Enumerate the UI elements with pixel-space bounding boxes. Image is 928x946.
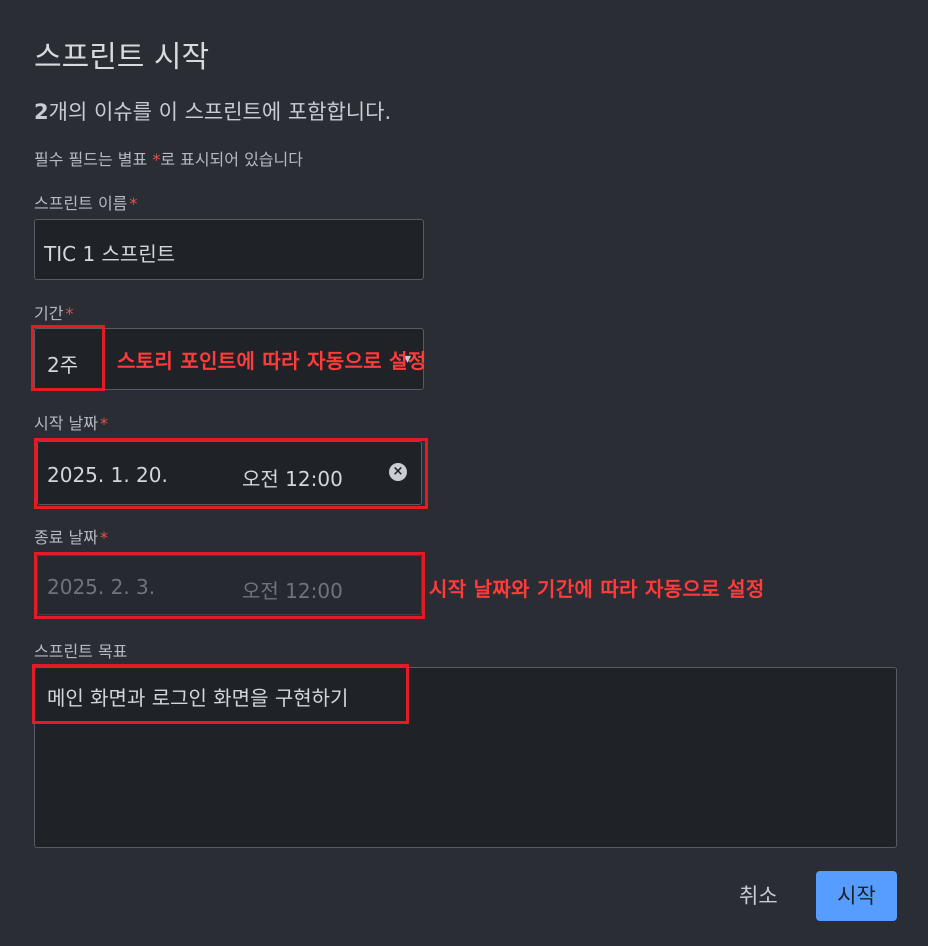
start-button[interactable]: 시작 — [816, 871, 897, 921]
annotation-duration-note: 스토리 포인트에 따라 자동으로 설정 — [117, 349, 427, 373]
annotation-box-end-date — [34, 552, 425, 619]
issue-count: 2 — [34, 100, 49, 124]
sprint-name-value: TIC 1 스프린트 — [44, 242, 176, 266]
cancel-button[interactable]: 취소 — [739, 880, 778, 910]
sprint-goal-label: 스프린트 목표 — [34, 642, 128, 661]
required-fields-note: 필수 필드는 별표 *로 표시되어 있습니다 — [34, 146, 303, 170]
annotation-end-date-note: 시작 날짜와 기간에 따라 자동으로 설정 — [429, 577, 765, 601]
dialog-title: 스프린트 시작 — [34, 40, 210, 75]
sprint-name-input[interactable]: TIC 1 스프린트 — [34, 219, 424, 280]
annotation-box-start-date — [34, 438, 428, 509]
start-date-label: 시작 날짜 * — [34, 410, 108, 434]
required-note-pre: 필수 필드는 별표 — [34, 150, 153, 169]
issue-summary-text: 개의 이슈를 이 스프린트에 포함합니다. — [48, 100, 392, 124]
duration-label: 기간 * — [34, 300, 73, 324]
required-star: * — [129, 194, 138, 213]
required-star: * — [99, 414, 108, 433]
duration-label-text: 기간 — [34, 304, 64, 323]
required-star: * — [99, 528, 108, 547]
required-star: * — [65, 304, 74, 323]
annotation-box-goal — [32, 664, 409, 724]
end-date-label-text: 종료 날짜 — [34, 528, 98, 547]
sprint-name-label-text: 스프린트 이름 — [34, 194, 128, 213]
sprint-name-label: 스프린트 이름 * — [34, 190, 137, 214]
annotation-box-duration — [31, 325, 105, 391]
required-note-post: 로 표시되어 있습니다 — [160, 150, 303, 169]
end-date-label: 종료 날짜 * — [34, 524, 108, 548]
issue-summary: 2개의 이슈를 이 스프린트에 포함합니다. — [34, 96, 391, 126]
start-date-label-text: 시작 날짜 — [34, 414, 98, 433]
